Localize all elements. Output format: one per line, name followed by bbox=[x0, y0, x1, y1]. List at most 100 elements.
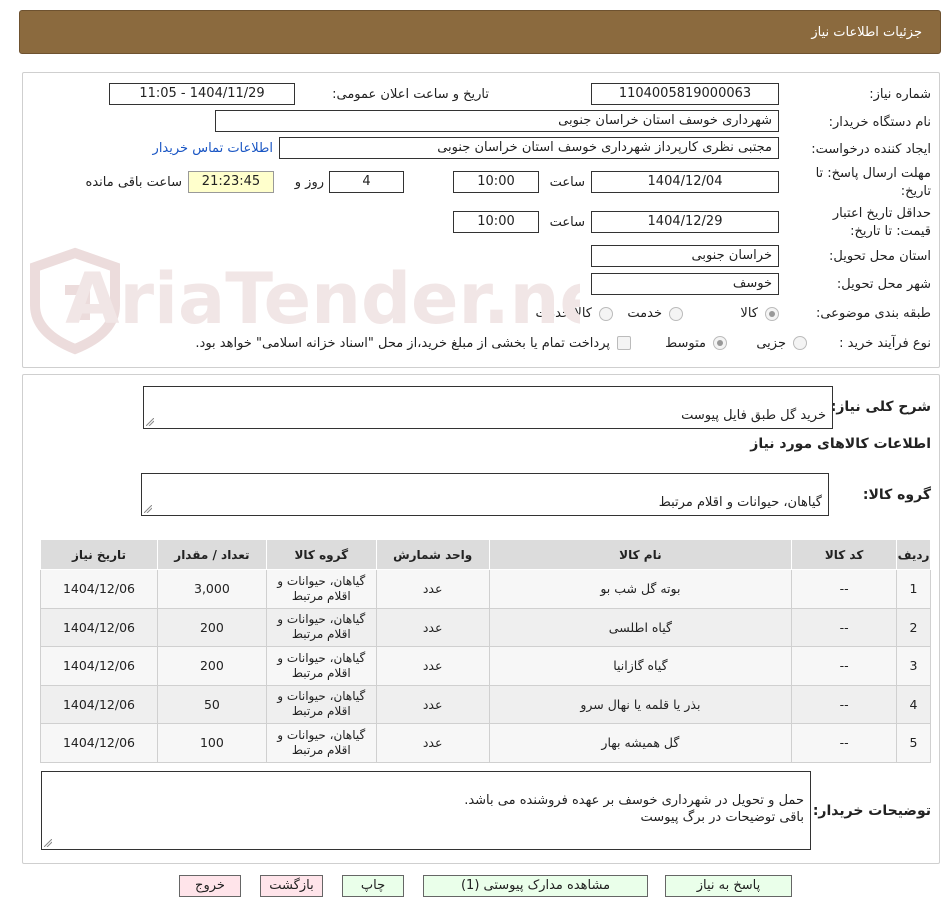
category-label: طبقه بندی موضوعی: bbox=[815, 306, 931, 321]
cell-goods-code: -- bbox=[791, 723, 898, 763]
process-minor-radio[interactable] bbox=[793, 336, 807, 350]
col-qty-header: تعداد / مقدار bbox=[156, 539, 267, 570]
days-label: روز و bbox=[294, 175, 324, 190]
treasury-payment-checkbox[interactable] bbox=[617, 336, 631, 350]
cell-quantity: 200 bbox=[156, 607, 267, 647]
col-group-header: گروه کالا bbox=[265, 539, 377, 570]
cell-goods-code: -- bbox=[791, 569, 898, 609]
table-row: 2 -- گیاه اطلسی عدد گیاهان، حیوانات و اقلام … bbox=[40, 607, 931, 647]
deadline-date-field[interactable]: 1404/12/04 bbox=[591, 171, 779, 193]
table-row: 5 -- گل همیشه بهار عدد گیاهان، حیوانات و اقل… bbox=[40, 723, 931, 763]
col-code-header: کد کالا bbox=[791, 539, 898, 570]
buyer-notes-textarea[interactable]: حمل و تحویل در شهرداری خوسف بر عهده فروش… bbox=[41, 771, 811, 850]
cell-quantity: 50 bbox=[156, 684, 267, 724]
deadline-time-label: ساعت bbox=[549, 175, 585, 190]
process-medium-radio[interactable] bbox=[713, 336, 727, 350]
need-number-field[interactable]: 1104005819000063 bbox=[591, 83, 779, 105]
goods-info-title: اطلاعات کالاهای مورد نیاز bbox=[750, 436, 931, 452]
creator-label: ایجاد کننده درخواست: bbox=[811, 142, 931, 157]
cell-row-number: 3 bbox=[896, 646, 931, 686]
table-header-row: ردیف کد کالا نام کالا واحد شمارش گروه کا… bbox=[40, 539, 931, 570]
goods-table: ردیف کد کالا نام کالا واحد شمارش گروه کا… bbox=[40, 539, 931, 763]
resize-grip-icon[interactable] bbox=[44, 839, 52, 847]
table-row: 3 -- گیاه گازانیا عدد گیاهان، حیوانات و اقلا… bbox=[40, 646, 931, 686]
need-number-label: شماره نیاز: bbox=[869, 87, 931, 102]
city-field[interactable]: خوسف bbox=[591, 273, 779, 295]
summary-textarea[interactable]: خرید گل طبق فایل پیوست bbox=[143, 386, 833, 429]
deadline-time-field[interactable]: 10:00 bbox=[453, 171, 539, 193]
cell-goods-code: -- bbox=[791, 607, 898, 647]
cell-goods-name: گیاه اطلسی bbox=[488, 607, 793, 647]
cell-goods-name: گل همیشه بهار bbox=[488, 723, 793, 763]
remaining-time-field: 21:23:45 bbox=[188, 171, 274, 193]
treasury-payment-note: پرداخت تمام یا بخشی از مبلغ خرید،از محل … bbox=[195, 336, 610, 351]
resize-grip-icon[interactable] bbox=[146, 418, 154, 426]
cell-unit: عدد bbox=[375, 684, 490, 724]
view-attachments-button[interactable]: مشاهده مدارک پیوستی (1) bbox=[423, 875, 648, 897]
page-title: جزئیات اطلاعات نیاز bbox=[811, 25, 922, 40]
reply-button[interactable]: پاسخ به نیاز bbox=[665, 875, 792, 897]
process-label: نوع فرآیند خرید : bbox=[839, 336, 931, 351]
validity-time-field[interactable]: 10:00 bbox=[453, 211, 539, 233]
print-button[interactable]: چاپ bbox=[342, 875, 404, 897]
col-unit-header: واحد شمارش bbox=[375, 539, 490, 570]
page-header: جزئیات اطلاعات نیاز bbox=[19, 10, 941, 54]
buyer-notes-text: حمل و تحویل در شهرداری خوسف بر عهده فروش… bbox=[464, 793, 804, 825]
days-field[interactable]: 4 bbox=[329, 171, 404, 193]
back-button[interactable]: بازگشت bbox=[260, 875, 323, 897]
cell-quantity: 100 bbox=[156, 723, 267, 763]
validity-label: حداقل تاریخ اعتبار قیمت: تا تاریخ: bbox=[832, 206, 931, 239]
cell-goods-group: گیاهان، حیوانات و اقلام مرتبط bbox=[265, 569, 377, 609]
announce-datetime-field[interactable]: 1404/11/29 - 11:05 bbox=[109, 83, 295, 105]
cell-goods-code: -- bbox=[791, 684, 898, 724]
cell-row-number: 2 bbox=[896, 607, 931, 647]
process-medium-label: متوسط bbox=[665, 336, 706, 351]
process-minor-label: جزیی bbox=[756, 336, 786, 351]
creator-field[interactable]: مجتبی نظری کارپرداز شهرداری خوسف استان خ… bbox=[279, 137, 779, 159]
table-row: 4 -- بذر یا قلمه یا نهال سرو عدد گیاهان، حیو… bbox=[40, 684, 931, 724]
deadline-label: مهلت ارسال پاسخ: تا تاریخ: bbox=[815, 166, 931, 199]
col-date-header: تاریخ نیاز bbox=[40, 539, 158, 570]
category-service-radio[interactable] bbox=[669, 307, 683, 321]
remaining-label: ساعت باقی مانده bbox=[85, 175, 182, 190]
cell-need-date: 1404/12/06 bbox=[40, 646, 158, 686]
province-label: استان محل تحویل: bbox=[829, 249, 931, 264]
cell-unit: عدد bbox=[375, 607, 490, 647]
category-goods-radio[interactable] bbox=[765, 307, 779, 321]
cell-unit: عدد bbox=[375, 569, 490, 609]
cell-goods-group: گیاهان، حیوانات و اقلام مرتبط bbox=[265, 607, 377, 647]
buyer-notes-label: توضیحات خریدار: bbox=[812, 803, 931, 819]
goods-group-textarea[interactable]: گیاهان، حیوانات و اقلام مرتبط bbox=[141, 473, 829, 516]
resize-grip-icon[interactable] bbox=[144, 505, 152, 513]
category-service-label: خدمت bbox=[627, 306, 662, 321]
province-field[interactable]: خراسان جنوبی bbox=[591, 245, 779, 267]
cell-need-date: 1404/12/06 bbox=[40, 723, 158, 763]
cell-unit: عدد bbox=[375, 723, 490, 763]
cell-need-date: 1404/12/06 bbox=[40, 569, 158, 609]
buyer-org-label: نام دستگاه خریدار: bbox=[828, 115, 931, 130]
cell-row-number: 5 bbox=[896, 723, 931, 763]
cell-need-date: 1404/12/06 bbox=[40, 684, 158, 724]
goods-group-label: گروه کالا: bbox=[862, 487, 931, 503]
buyer-org-field[interactable]: شهرداری خوسف استان خراسان جنوبی bbox=[215, 110, 779, 132]
cell-goods-name: گیاه گازانیا bbox=[488, 646, 793, 686]
cell-quantity: 3,000 bbox=[156, 569, 267, 609]
exit-button[interactable]: خروج bbox=[179, 875, 241, 897]
validity-time-label: ساعت bbox=[549, 215, 585, 230]
cell-unit: عدد bbox=[375, 646, 490, 686]
table-row: 1 -- بوته گل شب بو عدد گیاهان، حیوانات و اقل… bbox=[40, 569, 931, 609]
cell-quantity: 200 bbox=[156, 646, 267, 686]
cell-goods-code: -- bbox=[791, 646, 898, 686]
validity-date-field[interactable]: 1404/12/29 bbox=[591, 211, 779, 233]
category-goods-label: کالا bbox=[740, 306, 758, 321]
col-row-header: ردیف bbox=[896, 539, 931, 570]
summary-label: شرح کلی نیاز: bbox=[830, 399, 931, 415]
cell-goods-group: گیاهان، حیوانات و اقلام مرتبط bbox=[265, 646, 377, 686]
summary-text: خرید گل طبق فایل پیوست bbox=[681, 408, 826, 423]
category-goods-service-radio[interactable] bbox=[599, 307, 613, 321]
col-name-header: نام کالا bbox=[488, 539, 793, 570]
cell-row-number: 4 bbox=[896, 684, 931, 724]
buyer-contact-link[interactable]: اطلاعات تماس خریدار bbox=[153, 141, 273, 156]
goods-group-text: گیاهان، حیوانات و اقلام مرتبط bbox=[658, 495, 822, 510]
cell-goods-name: بذر یا قلمه یا نهال سرو bbox=[488, 684, 793, 724]
